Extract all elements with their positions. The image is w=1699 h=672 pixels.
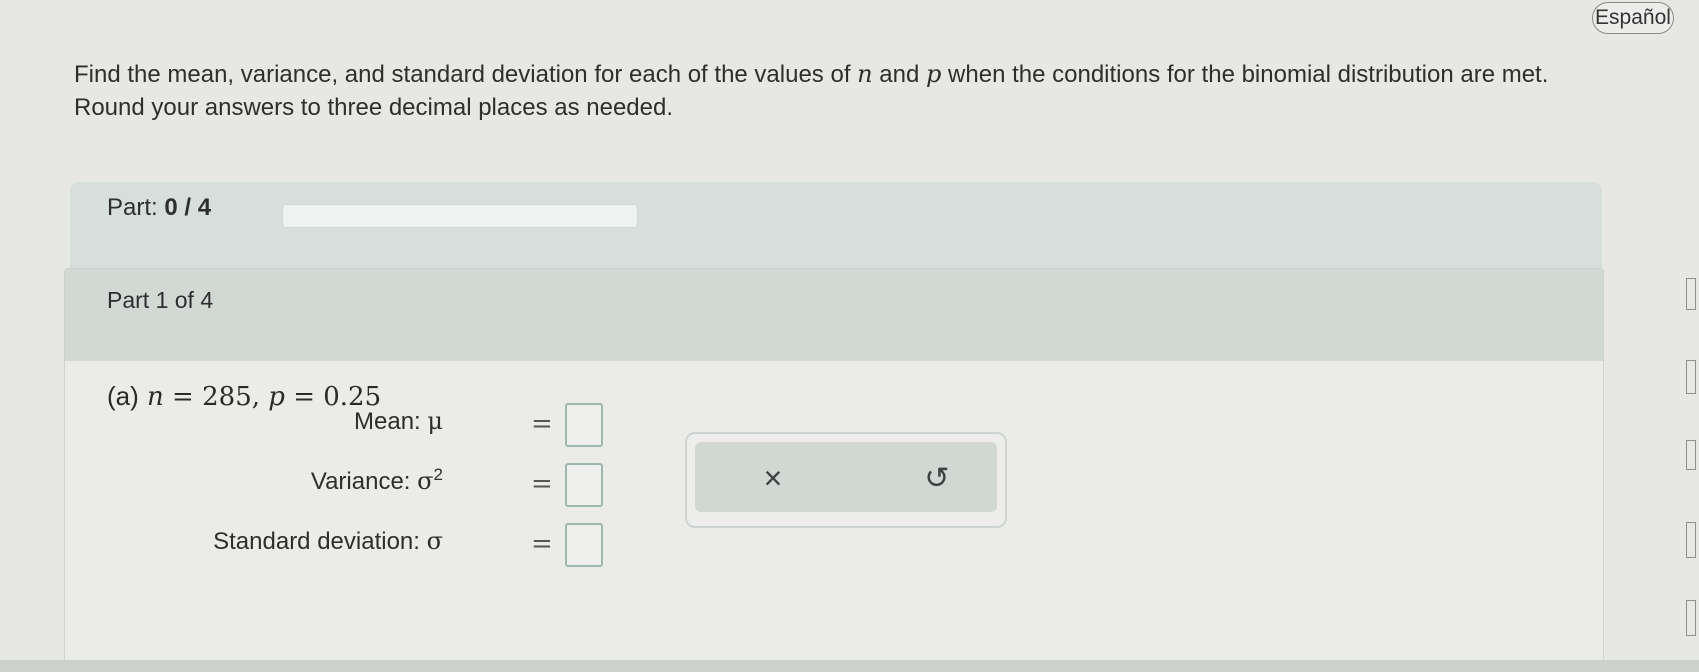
progress-bar-section: Part: 0 / 4 — [70, 182, 1602, 274]
side-tool-icon[interactable] — [1686, 278, 1696, 310]
variance-answer-field[interactable] — [565, 463, 603, 507]
part-title: Part 1 of 4 — [107, 287, 214, 313]
mean-equals: = — [531, 409, 553, 439]
part-card: Part 1 of 4 (a) n = 285, p = 0.25 Mean: … — [64, 268, 1604, 668]
mean-answer-field[interactable] — [565, 403, 603, 447]
progress-label: Part: 0 / 4 — [107, 194, 212, 221]
side-tool-icon[interactable] — [1686, 522, 1696, 558]
undo-icon[interactable]: ↺ — [919, 460, 955, 496]
variance-equals: = — [531, 469, 553, 499]
clear-icon[interactable]: × — [755, 460, 791, 496]
std-dev-equals: = — [531, 529, 553, 559]
std-dev-answer-field[interactable] — [565, 523, 603, 567]
bottom-divider — [0, 660, 1699, 672]
std-dev-label: Standard deviation: σ — [213, 527, 443, 555]
side-tool-icon[interactable] — [1686, 440, 1696, 470]
part-header: Part 1 of 4 — [65, 269, 1603, 361]
language-toggle-button[interactable]: Español — [1592, 2, 1674, 34]
answer-tools-inner: × ↺ — [695, 442, 997, 512]
variance-label: Variance: σ2 — [310, 465, 443, 495]
mean-label: Mean: μ — [354, 407, 443, 435]
problem-instructions: Find the mean, variance, and standard de… — [74, 60, 1549, 121]
question-text: (a) n = 285, p = 0.25 — [107, 381, 382, 412]
side-tool-icon[interactable] — [1686, 600, 1696, 636]
progress-track — [282, 204, 638, 228]
answer-tools-panel: × ↺ — [685, 432, 1007, 528]
side-tool-icon[interactable] — [1686, 360, 1696, 394]
